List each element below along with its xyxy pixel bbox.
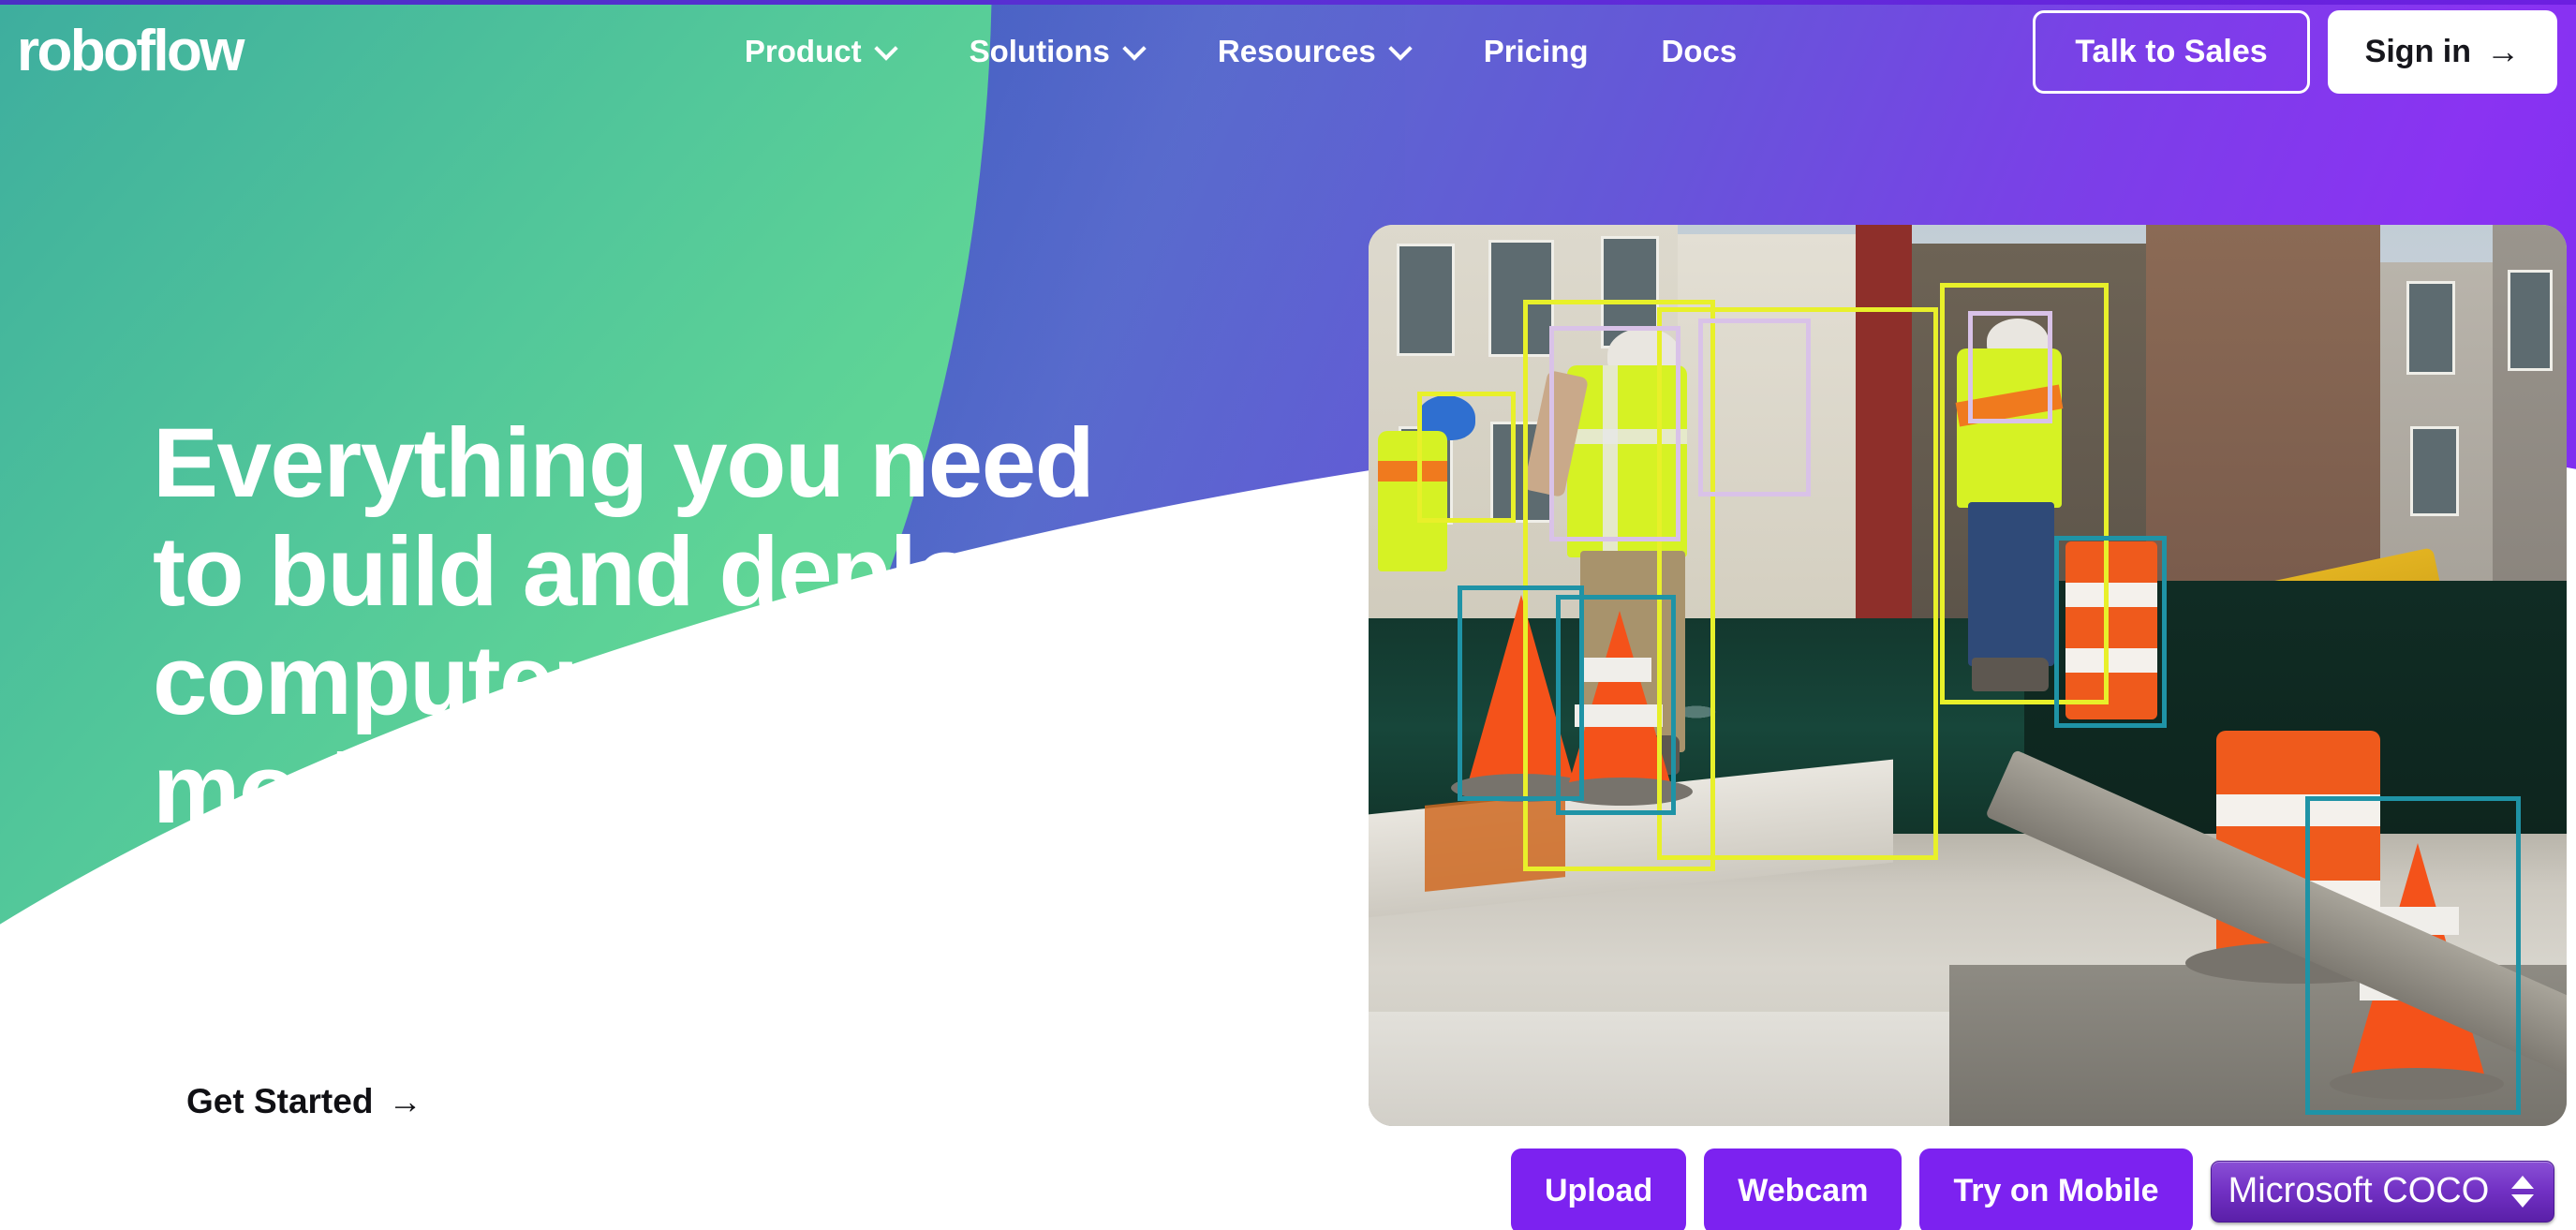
window: [2508, 270, 2553, 371]
hero-section: roboflow Product Solutions Resources Pri…: [0, 0, 2576, 1230]
nav-label-pricing: Pricing: [1483, 34, 1589, 68]
nav-actions: Talk to Sales Sign in →: [2033, 9, 2557, 94]
hero-subheadline: Used by over 250,000 engineers to create…: [153, 895, 1167, 994]
demo-controls: Upload Webcam Try on Mobile Microsoft CO…: [1511, 1148, 2554, 1230]
nav-label-docs: Docs: [1661, 34, 1738, 68]
get-started-label: Get Started: [186, 1082, 374, 1121]
bounding-box-vest: [1968, 311, 2052, 423]
window: [2410, 426, 2459, 516]
primary-nav: Product Solutions Resources Pricing Docs: [708, 34, 1773, 69]
detection-preview[interactable]: [1369, 225, 2567, 1126]
chevron-down-icon: [1124, 38, 1145, 59]
nav-item-product[interactable]: Product: [708, 34, 933, 69]
webcam-button[interactable]: Webcam: [1704, 1148, 1902, 1230]
navbar: roboflow Product Solutions Resources Pri…: [0, 0, 2576, 103]
get-started-button[interactable]: Get Started →: [153, 1056, 456, 1148]
nav-label-product: Product: [744, 34, 862, 68]
nav-item-pricing[interactable]: Pricing: [1447, 34, 1625, 69]
window: [2406, 281, 2455, 375]
hero-copy: Everything you need to build and deploy …: [153, 408, 1192, 1148]
nav-item-docs[interactable]: Docs: [1625, 34, 1774, 69]
talk-to-sales-button[interactable]: Talk to Sales: [2033, 9, 2310, 94]
upload-button[interactable]: Upload: [1511, 1148, 1687, 1230]
model-select[interactable]: Microsoft COCO: [2210, 1160, 2554, 1223]
bounding-box-drum: [2054, 536, 2167, 728]
roboflow-logo[interactable]: roboflow: [17, 22, 245, 81]
model-select-wrapper: Microsoft COCO: [2210, 1160, 2554, 1223]
nav-label-solutions: Solutions: [969, 34, 1110, 68]
try-on-mobile-button[interactable]: Try on Mobile: [1919, 1148, 2193, 1230]
nav-item-solutions[interactable]: Solutions: [933, 34, 1181, 69]
window: [1397, 244, 1455, 356]
chevron-down-icon: [1390, 38, 1411, 59]
bounding-box-vest: [1698, 319, 1811, 496]
nav-label-resources: Resources: [1217, 34, 1376, 68]
construction-scene-image: [1369, 225, 2567, 1126]
bounding-box-cone: [1556, 595, 1676, 815]
bounding-box-vest: [1549, 326, 1680, 541]
bounding-box-person: [1417, 392, 1516, 523]
sign-in-button[interactable]: Sign in →: [2327, 9, 2557, 94]
nav-item-resources[interactable]: Resources: [1181, 34, 1447, 69]
bounding-box-cone: [2305, 796, 2521, 1115]
chevron-down-icon: [876, 38, 896, 59]
sign-in-label: Sign in: [2364, 33, 2471, 69]
arrow-right-icon: →: [2486, 32, 2520, 70]
hero-headline: Everything you need to build and deploy …: [153, 408, 1095, 845]
arrow-right-icon: →: [388, 1082, 422, 1121]
